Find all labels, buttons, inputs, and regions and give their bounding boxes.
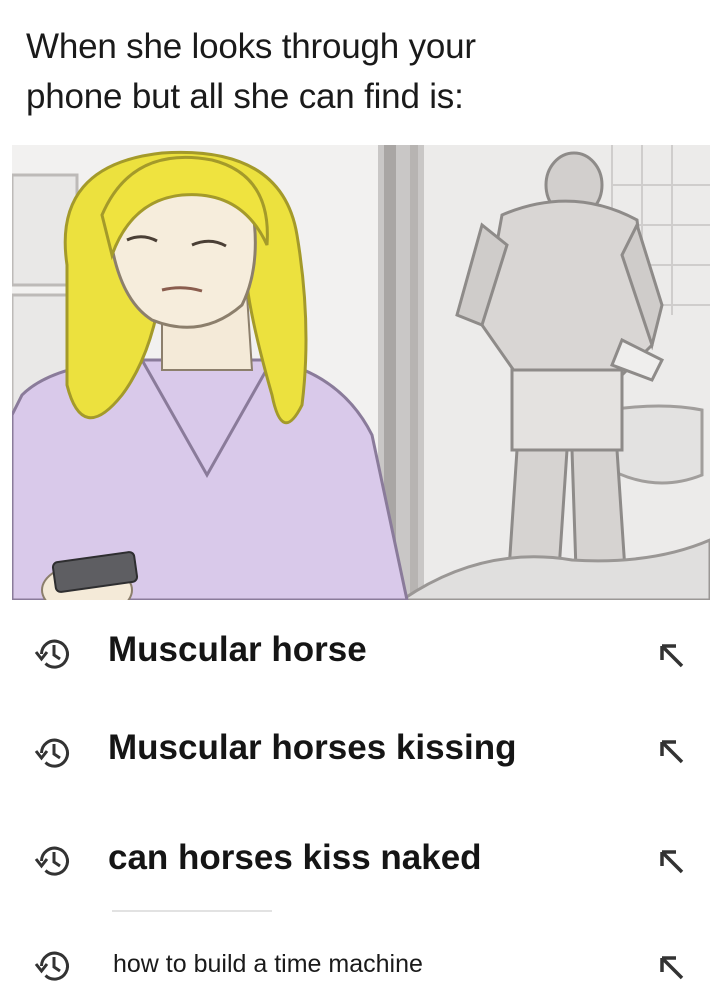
history-item-label: can horses kiss naked <box>108 838 482 877</box>
comic-illustration <box>12 145 710 600</box>
faint-divider <box>112 910 272 912</box>
history-clock-icon <box>34 846 69 876</box>
history-item[interactable]: can horses kiss naked <box>0 818 720 898</box>
history-clock-icon <box>34 951 69 981</box>
search-history-list: Muscular horse Muscular horses kissing c… <box>0 600 720 1000</box>
caption-line-1: When she looks through your <box>26 27 476 66</box>
history-item[interactable]: how to build a time machine <box>0 928 720 1008</box>
history-item[interactable]: Muscular horse <box>0 610 720 690</box>
meme-caption: When she looks through your phone but al… <box>26 22 686 122</box>
history-item-label: how to build a time machine <box>113 950 423 978</box>
arrow-up-left-icon[interactable] <box>658 738 686 766</box>
history-clock-icon <box>34 738 69 768</box>
caption-line-2: phone but all she can find is: <box>26 77 464 116</box>
arrow-up-left-icon[interactable] <box>658 642 686 670</box>
history-clock-icon <box>34 639 69 669</box>
history-item-label: Muscular horse <box>108 630 367 669</box>
history-item-label: Muscular horses kissing <box>108 728 517 767</box>
arrow-up-left-icon[interactable] <box>658 954 686 982</box>
arrow-up-left-icon[interactable] <box>658 848 686 876</box>
comic-scene <box>12 145 710 600</box>
history-item[interactable]: Muscular horses kissing <box>0 708 720 788</box>
